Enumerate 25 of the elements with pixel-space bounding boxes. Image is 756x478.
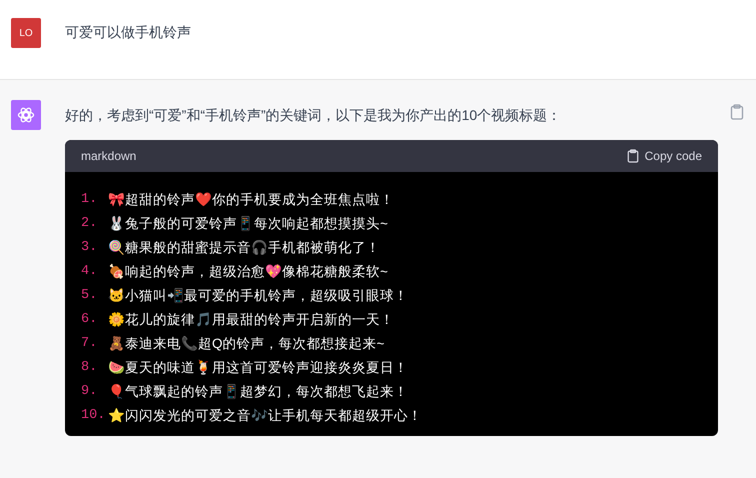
list-number: 8. [81, 358, 98, 377]
assistant-message: 好的，考虑到“可爱”和“手机铃声”的关键词，以下是我为你产出的10个视频标题： [65, 106, 562, 125]
clipboard-icon[interactable] [730, 104, 744, 120]
user-avatar: LO [11, 18, 41, 48]
list-number: 9. [81, 382, 98, 401]
clipboard-icon [626, 149, 639, 163]
title-line: 🍉夏天的味道🍹用这首可爱铃声迎接炎炎夏日！ [108, 358, 408, 377]
title-line: 🧸泰迪来电📞超Q的铃声，每次都想接起来~ [108, 334, 384, 353]
list-number: 7. [81, 334, 98, 353]
list-number: 10. [81, 406, 106, 425]
knot-logo-icon [16, 105, 36, 125]
list-number: 3. [81, 238, 98, 257]
list-number: 4. [81, 262, 98, 281]
user-message: 可爱可以做手机铃声 [65, 23, 191, 42]
title-line: 🍖响起的铃声，超级治愈💖像棉花糖般柔软~ [108, 262, 388, 281]
title-line: 🌼花儿的旋律🎵用最甜的铃声开启新的一天！ [108, 310, 394, 329]
title-line: 🍭糖果般的甜蜜提示音🎧手机都被萌化了！ [108, 238, 380, 257]
list-number: 2. [81, 214, 98, 233]
list-number: 1. [81, 190, 98, 209]
language-label: markdown [81, 148, 136, 165]
title-line: ⭐闪闪发光的可爱之音🎶让手机每天都超级开心！ [108, 406, 422, 425]
list-number: 6. [81, 310, 98, 329]
copy-code-button[interactable]: Copy code [626, 147, 702, 165]
list-number: 5. [81, 286, 98, 305]
title-line: 🎀超甜的铃声❤你的手机要成为全班焦点啦！ [108, 190, 394, 209]
